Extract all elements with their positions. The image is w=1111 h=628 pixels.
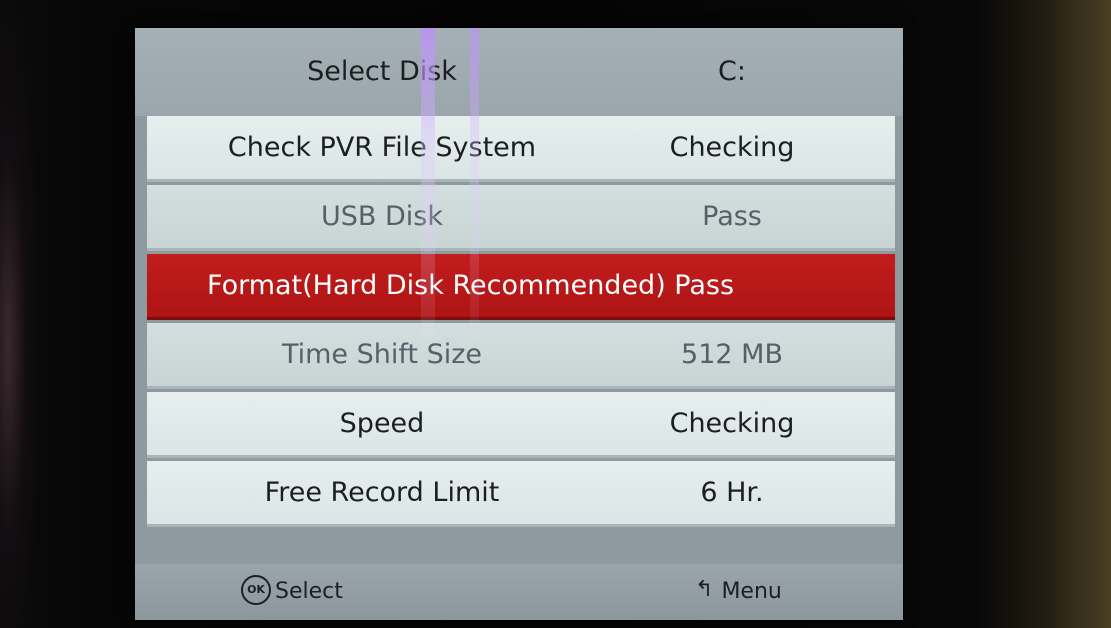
screen-glare-line [421,28,435,338]
free-record-limit-label: Free Record Limit [264,477,500,508]
pvr-file-system-menu: Select Disk C: Check PVR File System Che… [135,28,903,620]
menu-hint-label: Menu [721,579,782,604]
tv-bezel-right [1051,0,1111,628]
format-hard-disk-label: Format(Hard Disk Recommended) Pass [207,270,735,301]
ok-button-icon: OK [241,575,271,605]
osd-footer: OK Select ↰ Menu [135,564,903,620]
menu-back-hint[interactable]: ↰ Menu [695,564,782,620]
speed-row[interactable]: Speed Checking [147,392,895,458]
free-record-limit-value: 6 Hr. [700,477,764,508]
usb-disk-row[interactable]: USB Disk Pass [147,185,895,251]
check-pvr-file-system-row[interactable]: Check PVR File System Checking [147,116,895,182]
usb-disk-value: Pass [702,201,762,232]
free-record-limit-row[interactable]: Free Record Limit 6 Hr. [147,461,895,527]
speed-value: Checking [669,408,795,439]
select-disk-row[interactable]: Select Disk C: [135,28,903,116]
speed-label: Speed [339,408,425,439]
time-shift-size-row[interactable]: Time Shift Size 512 MB [147,323,895,389]
select-disk-value: C: [718,56,746,87]
format-hard-disk-row[interactable]: Format(Hard Disk Recommended) Pass [147,254,895,320]
tv-bezel-left [0,0,40,628]
time-shift-size-value: 512 MB [681,339,783,370]
back-arrow-icon: ↰ [695,577,714,602]
tv-screen: Select Disk C: Check PVR File System Che… [0,0,1111,628]
ok-select-hint[interactable]: OK Select [241,564,343,620]
check-pvr-file-system-value: Checking [669,132,795,163]
time-shift-size-label: Time Shift Size [281,339,483,370]
select-hint-label: Select [275,579,343,604]
check-pvr-file-system-label: Check PVR File System [227,132,537,163]
select-disk-label: Select Disk [307,56,457,87]
screen-glare-line [470,28,479,338]
usb-disk-label: USB Disk [320,201,443,232]
